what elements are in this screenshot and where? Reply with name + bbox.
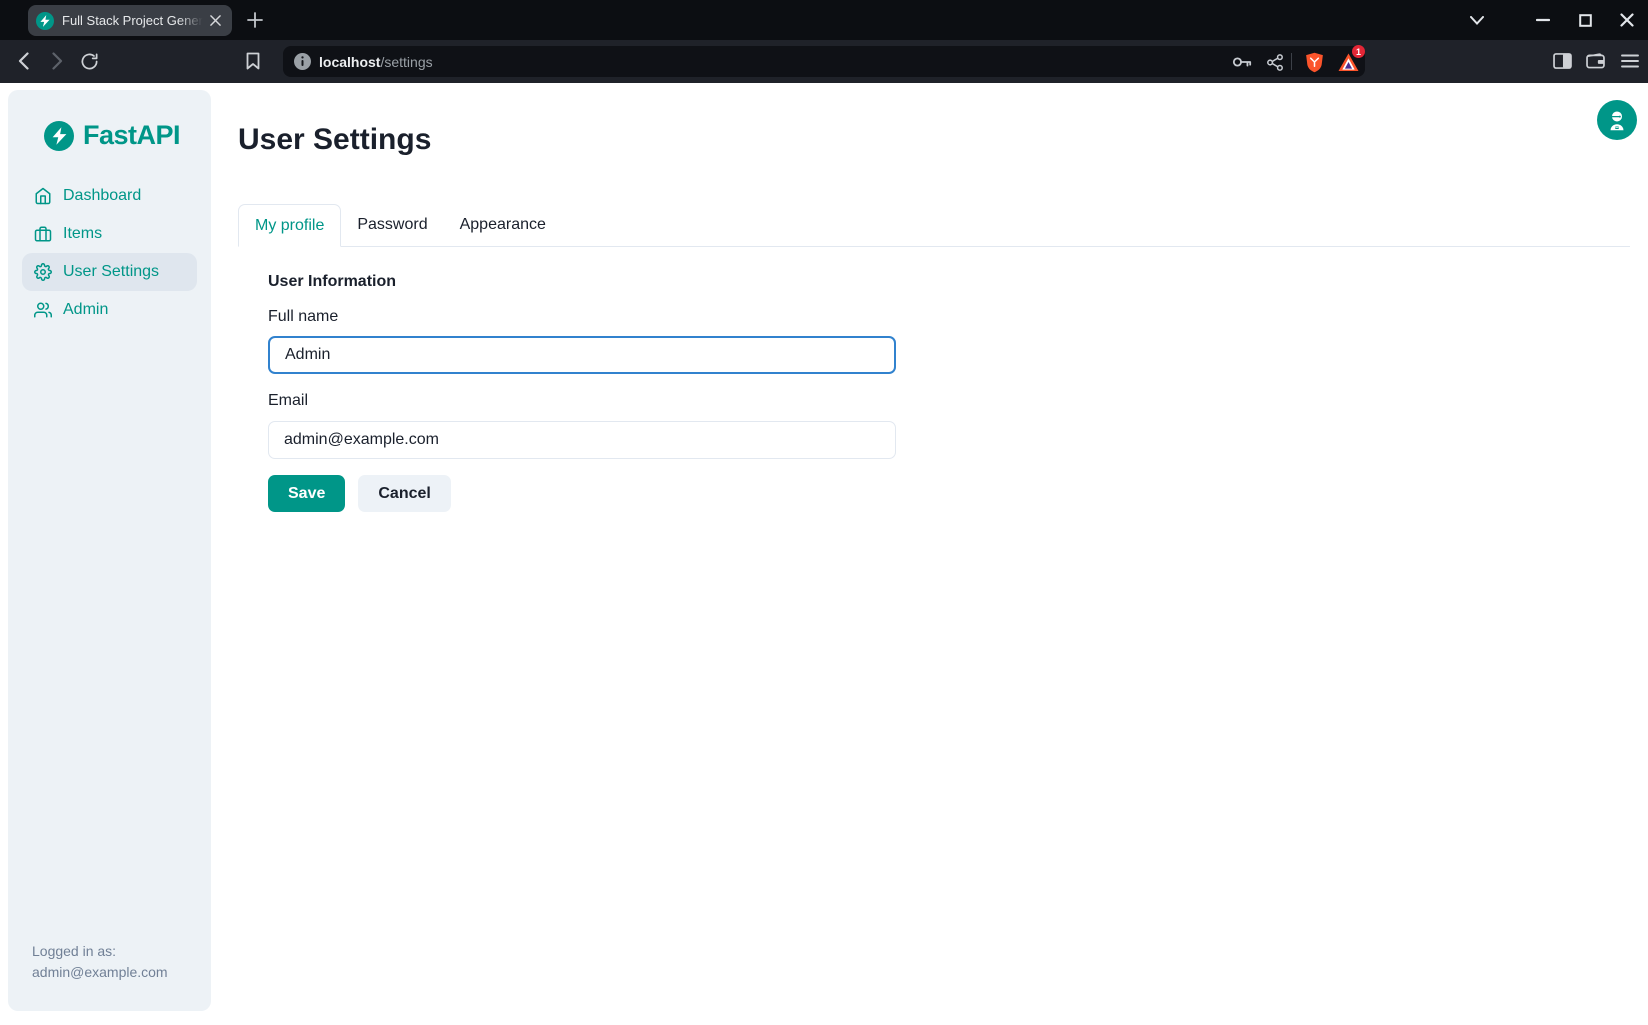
tab-my-profile[interactable]: My profile <box>238 204 341 247</box>
logged-in-email: admin@example.com <box>32 962 168 983</box>
user-astronaut-icon <box>1607 110 1627 131</box>
bolt-icon <box>44 121 74 151</box>
address-bar[interactable]: localhost/settings 1 <box>283 46 1365 77</box>
sidebar: FastAPI Dashboard Items User Settings <box>8 90 211 1011</box>
forward-icon[interactable] <box>44 48 70 74</box>
save-button[interactable]: Save <box>268 475 345 512</box>
full-name-label: Full name <box>268 308 338 326</box>
tab-strip: Full Stack Project Genera <box>0 0 1648 40</box>
info-icon[interactable] <box>294 53 311 70</box>
settings-tabs: My profile Password Appearance <box>238 204 1630 247</box>
reload-icon[interactable] <box>76 48 102 74</box>
tab-appearance[interactable]: Appearance <box>444 204 562 246</box>
browser-tab[interactable]: Full Stack Project Genera <box>28 5 232 36</box>
close-icon[interactable] <box>206 12 224 30</box>
section-title: User Information <box>268 273 396 291</box>
new-tab-button[interactable] <box>244 9 266 31</box>
browser-toolbar: localhost/settings 1 <box>0 40 1648 83</box>
users-icon <box>34 301 52 319</box>
sidebar-item-dashboard[interactable]: Dashboard <box>22 177 197 215</box>
tab-password[interactable]: Password <box>341 204 443 246</box>
brave-rewards-icon[interactable]: 1 <box>1335 49 1361 75</box>
sidebar-item-user-settings[interactable]: User Settings <box>22 253 197 291</box>
app-page: FastAPI Dashboard Items User Settings <box>0 83 1648 1025</box>
browser-chrome: Full Stack Project Genera <box>0 0 1648 83</box>
briefcase-icon <box>34 225 52 243</box>
maximize-icon[interactable] <box>1572 7 1598 33</box>
chevron-down-icon[interactable] <box>1464 7 1490 33</box>
divider <box>1291 53 1292 70</box>
back-icon[interactable] <box>10 48 36 74</box>
sidebar-item-label: Dashboard <box>63 187 141 205</box>
page-title: User Settings <box>238 123 431 157</box>
cancel-button[interactable]: Cancel <box>358 475 450 512</box>
bookmark-icon[interactable] <box>240 48 266 74</box>
sidebar-item-label: Items <box>63 225 102 243</box>
close-icon[interactable] <box>1614 7 1640 33</box>
url-host: localhost <box>319 54 380 70</box>
sidebar-item-label: User Settings <box>63 263 159 281</box>
full-name-field[interactable] <box>268 336 896 374</box>
bolt-icon <box>36 12 54 30</box>
sidebar-nav: Dashboard Items User Settings Admin <box>8 177 211 329</box>
brave-shield-icon[interactable] <box>1301 49 1327 75</box>
sidebar-item-label: Admin <box>63 301 108 319</box>
email-field[interactable] <box>268 421 896 459</box>
form-actions: Save Cancel <box>268 475 451 512</box>
minimize-icon[interactable] <box>1530 7 1556 33</box>
rewards-badge: 1 <box>1352 45 1365 58</box>
email-label: Email <box>268 392 308 410</box>
sidebar-panel-icon[interactable] <box>1549 48 1575 74</box>
window-controls <box>1464 6 1640 34</box>
url-path: /settings <box>380 54 432 70</box>
user-menu-button[interactable] <box>1597 100 1637 140</box>
share-icon[interactable] <box>1262 49 1288 75</box>
logo-text: FastAPI <box>83 120 180 151</box>
home-icon <box>34 187 52 205</box>
tab-title: Full Stack Project Genera <box>62 13 204 28</box>
sidebar-item-admin[interactable]: Admin <box>22 291 197 329</box>
key-icon[interactable] <box>1229 49 1255 75</box>
fastapi-logo: FastAPI <box>44 120 211 151</box>
logged-in-label: Logged in as: <box>32 941 168 962</box>
menu-icon[interactable] <box>1617 48 1643 74</box>
gear-icon <box>34 263 52 281</box>
url-text: localhost/settings <box>319 46 433 77</box>
wallet-icon[interactable] <box>1582 48 1608 74</box>
sidebar-item-items[interactable]: Items <box>22 215 197 253</box>
logged-in-as: Logged in as: admin@example.com <box>32 941 168 983</box>
